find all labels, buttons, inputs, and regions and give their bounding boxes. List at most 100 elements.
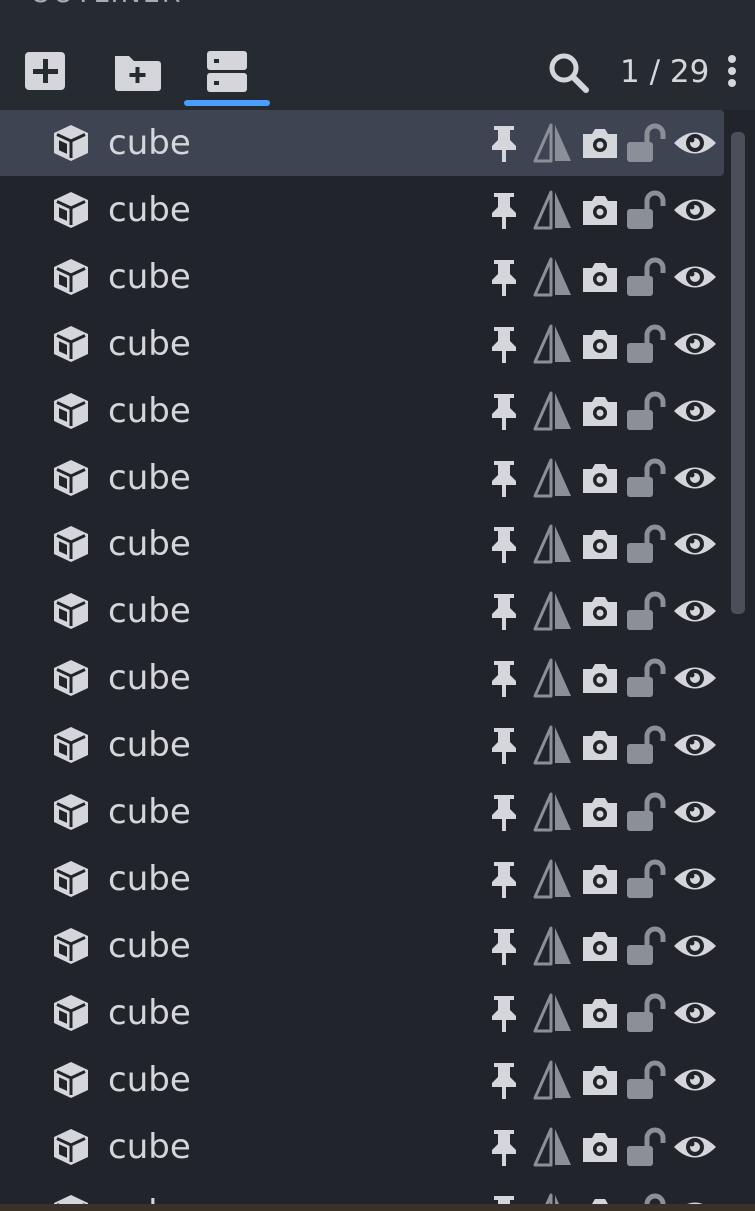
- pin-icon[interactable]: [486, 657, 522, 699]
- unlocked-icon[interactable]: [625, 1126, 669, 1168]
- pin-icon[interactable]: [486, 457, 522, 499]
- add-button[interactable]: [22, 48, 68, 94]
- scrollbar-thumb[interactable]: [731, 132, 745, 614]
- eye-icon[interactable]: [672, 657, 718, 699]
- search-button[interactable]: [546, 50, 590, 94]
- mirror-icon[interactable]: [532, 590, 574, 632]
- unlocked-icon[interactable]: [625, 724, 669, 766]
- mirror-icon[interactable]: [532, 390, 574, 432]
- pin-icon[interactable]: [486, 390, 522, 432]
- camera-icon[interactable]: [580, 1126, 620, 1168]
- list-item[interactable]: cube: [0, 645, 724, 711]
- pin-icon[interactable]: [486, 323, 522, 365]
- eye-icon[interactable]: [672, 122, 718, 164]
- unlocked-icon[interactable]: [625, 323, 669, 365]
- camera-icon[interactable]: [580, 189, 620, 231]
- eye-icon[interactable]: [672, 523, 718, 565]
- camera-icon[interactable]: [580, 122, 620, 164]
- eye-icon[interactable]: [672, 1059, 718, 1101]
- list-item[interactable]: cube: [0, 177, 724, 243]
- mirror-icon[interactable]: [532, 858, 574, 900]
- mirror-icon[interactable]: [532, 1192, 574, 1204]
- mirror-icon[interactable]: [532, 523, 574, 565]
- camera-icon[interactable]: [580, 858, 620, 900]
- unlocked-icon[interactable]: [625, 791, 669, 833]
- pin-icon[interactable]: [486, 858, 522, 900]
- eye-icon[interactable]: [672, 791, 718, 833]
- pin-icon[interactable]: [486, 1192, 522, 1204]
- more-menu-button[interactable]: [722, 50, 742, 94]
- list-item[interactable]: cube: [0, 712, 724, 778]
- list-item[interactable]: cube: [0, 378, 724, 444]
- eye-icon[interactable]: [672, 925, 718, 967]
- camera-icon[interactable]: [580, 791, 620, 833]
- mirror-icon[interactable]: [532, 189, 574, 231]
- pin-icon[interactable]: [486, 925, 522, 967]
- list-item[interactable]: cube: [0, 980, 724, 1046]
- mirror-icon[interactable]: [532, 925, 574, 967]
- unlocked-icon[interactable]: [625, 657, 669, 699]
- camera-icon[interactable]: [580, 1192, 620, 1204]
- add-folder-button[interactable]: [112, 48, 162, 94]
- camera-icon[interactable]: [580, 992, 620, 1034]
- unlocked-icon[interactable]: [625, 858, 669, 900]
- mirror-icon[interactable]: [532, 457, 574, 499]
- camera-icon[interactable]: [580, 590, 620, 632]
- eye-icon[interactable]: [672, 1126, 718, 1168]
- list-item[interactable]: cube: [0, 445, 724, 511]
- camera-icon[interactable]: [580, 925, 620, 967]
- list-item[interactable]: cube: [0, 511, 724, 577]
- camera-icon[interactable]: [580, 523, 620, 565]
- eye-icon[interactable]: [672, 457, 718, 499]
- eye-icon[interactable]: [672, 590, 718, 632]
- pin-icon[interactable]: [486, 256, 522, 298]
- camera-icon[interactable]: [580, 724, 620, 766]
- list-item-selected[interactable]: cube: [0, 110, 724, 176]
- list-item[interactable]: cube: [0, 913, 724, 979]
- unlocked-icon[interactable]: [625, 1192, 669, 1204]
- eye-icon[interactable]: [672, 992, 718, 1034]
- list-item[interactable]: cube: [0, 1114, 724, 1180]
- list-item[interactable]: cube: [0, 779, 724, 845]
- pin-icon[interactable]: [486, 523, 522, 565]
- unlocked-icon[interactable]: [625, 457, 669, 499]
- list-item[interactable]: cube: [0, 244, 724, 310]
- list-item[interactable]: cube: [0, 311, 724, 377]
- eye-icon[interactable]: [672, 724, 718, 766]
- camera-icon[interactable]: [580, 657, 620, 699]
- mirror-icon[interactable]: [532, 992, 574, 1034]
- mirror-icon[interactable]: [532, 323, 574, 365]
- camera-icon[interactable]: [580, 256, 620, 298]
- unlocked-icon[interactable]: [625, 189, 669, 231]
- pin-icon[interactable]: [486, 189, 522, 231]
- pin-icon[interactable]: [486, 1126, 522, 1168]
- eye-icon[interactable]: [672, 858, 718, 900]
- pin-icon[interactable]: [486, 1059, 522, 1101]
- pin-icon[interactable]: [486, 992, 522, 1034]
- pin-icon[interactable]: [486, 724, 522, 766]
- pin-icon[interactable]: [486, 791, 522, 833]
- unlocked-icon[interactable]: [625, 992, 669, 1034]
- unlocked-icon[interactable]: [625, 390, 669, 432]
- eye-icon[interactable]: [672, 1192, 718, 1204]
- mirror-icon[interactable]: [532, 1059, 574, 1101]
- mirror-icon[interactable]: [532, 1126, 574, 1168]
- eye-icon[interactable]: [672, 323, 718, 365]
- eye-icon[interactable]: [672, 390, 718, 432]
- unlocked-icon[interactable]: [625, 1059, 669, 1101]
- camera-icon[interactable]: [580, 1059, 620, 1101]
- eye-icon[interactable]: [672, 189, 718, 231]
- unlocked-icon[interactable]: [625, 256, 669, 298]
- pin-icon[interactable]: [486, 590, 522, 632]
- mirror-icon[interactable]: [532, 791, 574, 833]
- eye-icon[interactable]: [672, 256, 718, 298]
- list-item[interactable]: cube: [0, 578, 724, 644]
- mirror-icon[interactable]: [532, 256, 574, 298]
- list-item[interactable]: cube: [0, 846, 724, 912]
- pin-icon[interactable]: [486, 122, 522, 164]
- list-item[interactable]: cube: [0, 1180, 724, 1204]
- unlocked-icon[interactable]: [625, 925, 669, 967]
- unlocked-icon[interactable]: [625, 590, 669, 632]
- mirror-icon[interactable]: [532, 657, 574, 699]
- unlocked-icon[interactable]: [625, 523, 669, 565]
